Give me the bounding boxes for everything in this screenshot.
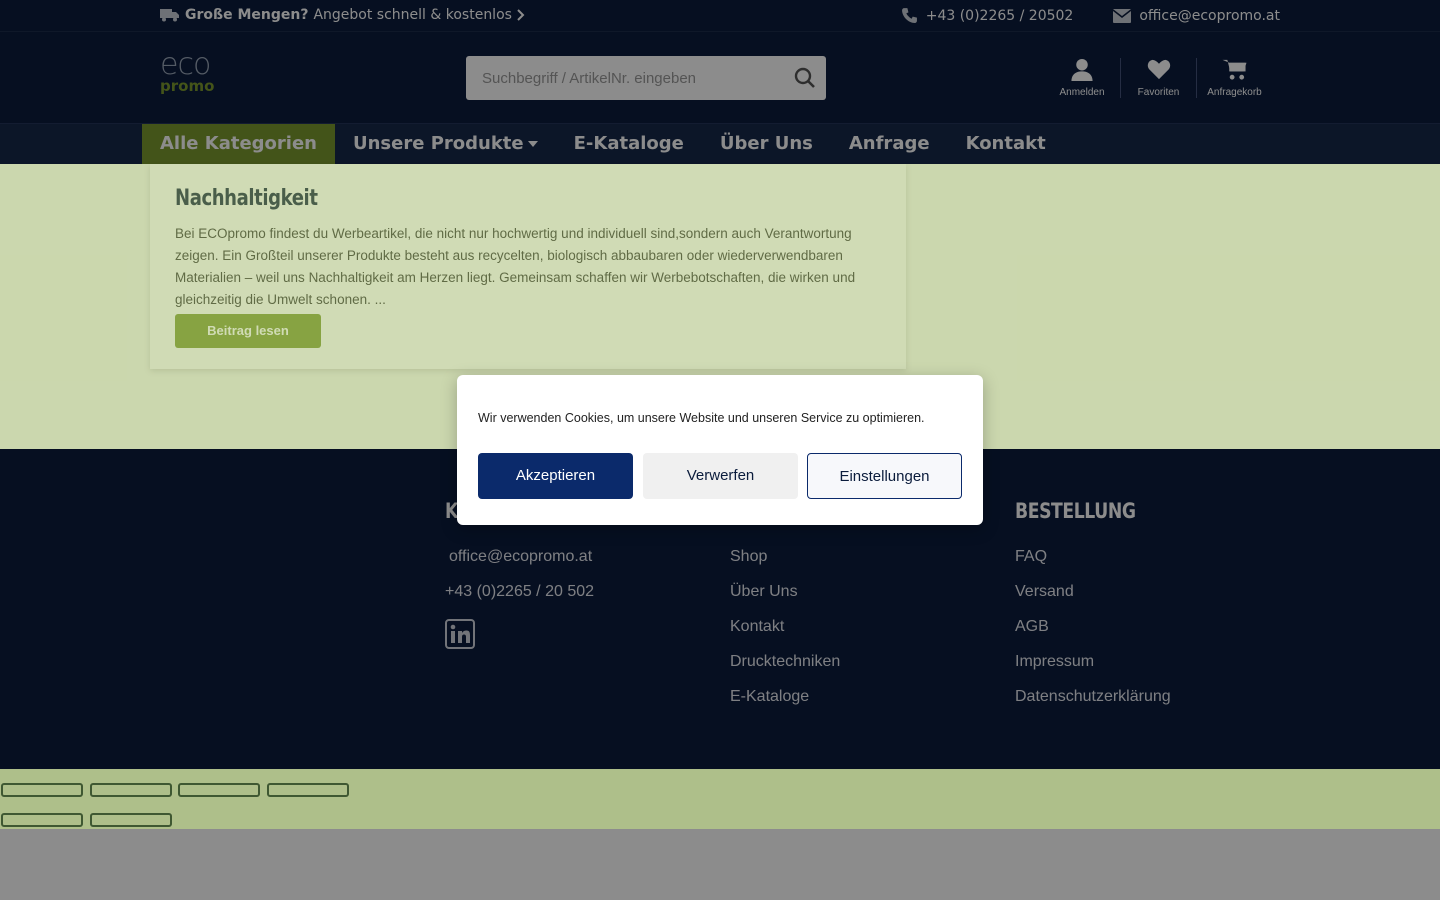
read-post-button[interactable]: Beitrag lesen: [175, 314, 321, 348]
footer-link-imprint[interactable]: Impressum: [1015, 644, 1171, 679]
post-title[interactable]: Nachhaltigkeit: [175, 186, 754, 211]
bottom-pill[interactable]: [267, 783, 349, 797]
login-button[interactable]: Anmelden: [1044, 58, 1120, 98]
nav-e-catalogs[interactable]: E-Kataloge: [556, 124, 702, 164]
nav-request[interactable]: Anfrage: [831, 124, 948, 164]
cookie-consent-dialog: Wir verwenden Cookies, um unsere Website…: [457, 375, 983, 525]
bottom-pill[interactable]: [90, 813, 172, 827]
footer-link-terms[interactable]: AGB: [1015, 609, 1171, 644]
nav-our-products-label: Unsere Produkte: [352, 133, 524, 154]
footer-link-contact[interactable]: Kontakt: [730, 609, 840, 644]
bulk-offer-text: Angebot schnell & kostenlos: [313, 7, 512, 23]
main-navigation: Alle Kategorien Unsere Produkte E-Katalo…: [0, 124, 1440, 164]
bottom-pill[interactable]: [90, 783, 172, 797]
nav-contact[interactable]: Kontakt: [948, 124, 1064, 164]
bottom-bar: [0, 769, 1440, 829]
footer-link-privacy[interactable]: Datenschutzerklärung: [1015, 679, 1171, 714]
login-label: Anmelden: [1059, 87, 1105, 98]
phone-link[interactable]: +43 (0)2265 / 20502: [901, 7, 1074, 24]
request-cart-button[interactable]: Anfragekorb: [1196, 58, 1272, 98]
nav-about-us[interactable]: Über Uns: [702, 124, 831, 164]
bottom-pill[interactable]: [178, 783, 260, 797]
post-excerpt: Bei ECOpromo findest du Werbeartikel, di…: [175, 226, 856, 307]
phone-text: +43 (0)2265 / 20502: [925, 7, 1074, 24]
top-bar: Große Mengen? Angebot schnell & kostenlo…: [0, 0, 1440, 32]
linkedin-icon[interactable]: [445, 619, 475, 649]
site-logo[interactable]: eco promo: [160, 47, 224, 98]
chevron-right-icon: [517, 9, 525, 21]
nav-our-products[interactable]: Unsere Produkte: [335, 124, 556, 164]
cookie-accept-button[interactable]: Akzeptieren: [478, 453, 633, 499]
cookie-reject-button[interactable]: Verwerfen: [643, 453, 798, 499]
envelope-icon: [1113, 8, 1132, 23]
user-icon: [1071, 58, 1093, 81]
cookie-message: Wir verwenden Cookies, um unsere Website…: [478, 411, 925, 425]
bulk-offer-bold: Große Mengen?: [185, 7, 309, 23]
footer-order-title: BESTELLUNG: [1015, 499, 1136, 523]
logo-promo: promo: [160, 77, 215, 95]
truck-icon: [160, 9, 179, 22]
footer-link-shop[interactable]: Shop: [730, 539, 840, 574]
favorites-label: Favoriten: [1137, 87, 1180, 98]
header: eco promo Anmelden Favoriten Anfragekorb: [0, 32, 1440, 124]
bulk-offer-link[interactable]: Große Mengen? Angebot schnell & kostenlo…: [160, 7, 525, 23]
search-input[interactable]: [466, 56, 786, 100]
cookie-settings-button[interactable]: Einstellungen: [807, 453, 962, 499]
footer-link-e-catalogs[interactable]: E-Kataloge: [730, 679, 840, 714]
footer-order-column: BESTELLUNG FAQ Versand AGB Impressum Dat…: [1015, 499, 1171, 714]
footer-link-print-techniques[interactable]: Drucktechniken: [730, 644, 840, 679]
phone-icon: [901, 8, 917, 23]
footer-link-faq[interactable]: FAQ: [1015, 539, 1171, 574]
caret-down-icon: [527, 141, 538, 147]
footer-email-link[interactable]: office@ecopromo.at: [445, 539, 594, 574]
request-cart-label: Anfragekorb: [1207, 87, 1262, 98]
footer-link-shipping[interactable]: Versand: [1015, 574, 1171, 609]
footer-info-column: Shop Über Uns Kontakt Drucktechniken E-K…: [730, 499, 840, 714]
page-bottom-area: [0, 829, 1440, 900]
email-link[interactable]: office@ecopromo.at: [1113, 7, 1280, 24]
heart-icon: [1147, 59, 1170, 80]
search-bar: [466, 56, 826, 100]
favorites-button[interactable]: Favoriten: [1120, 58, 1196, 98]
email-text: office@ecopromo.at: [1139, 7, 1280, 24]
search-icon[interactable]: [794, 67, 816, 89]
bottom-pill[interactable]: [1, 783, 83, 797]
cart-icon: [1222, 59, 1246, 80]
bottom-pill[interactable]: [1, 813, 83, 827]
logo-eco: eco: [160, 47, 211, 82]
footer-phone-link[interactable]: +43 (0)2265 / 20 502: [445, 574, 594, 609]
footer-link-about[interactable]: Über Uns: [730, 574, 840, 609]
blog-post-card: Nachhaltigkeit Bei ECOpromo findest du W…: [150, 164, 906, 369]
nav-all-categories[interactable]: Alle Kategorien: [142, 124, 335, 164]
